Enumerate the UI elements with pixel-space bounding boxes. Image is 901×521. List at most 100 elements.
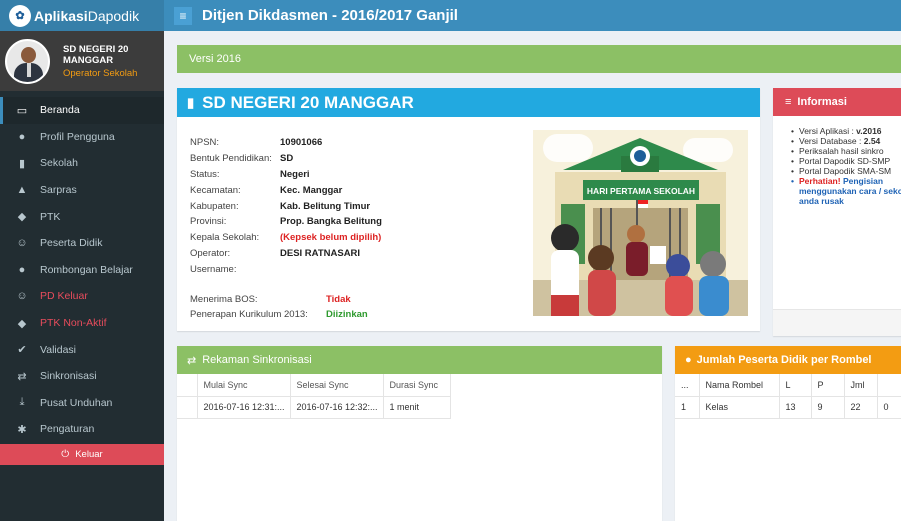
tut-wuri-logo-icon: ✿ [9, 4, 31, 27]
sidebar-item-sinkronisasi[interactable]: ⇄ Sinkronisasi [0, 363, 164, 390]
kurikulum-label: Penerapan Kurikulum 2013: [190, 309, 308, 321]
brand-rest: Dapodik [87, 7, 140, 24]
user-role: Operator Sekolah [63, 67, 138, 79]
banner-text: HARI PERTAMA SEKOLAH [587, 186, 695, 196]
sidebar-item-sekolah[interactable]: ▮ Sekolah [0, 150, 164, 177]
sidebar-item-ptk[interactable]: ◆ PTK [0, 203, 164, 230]
info-header: ≡ Informasi [773, 88, 901, 116]
sidebar-item-pd-keluar[interactable]: ☺ PD Keluar [0, 283, 164, 310]
sync-col-durasi[interactable]: Durasi Sync [383, 374, 451, 397]
bookmark-icon: ▮ [187, 94, 195, 110]
rombel-header: ● Jumlah Peserta Didik per Rombel [675, 346, 901, 374]
rombel-extra-cell: 0 [877, 396, 901, 419]
sync-selesai-cell: 2016-07-16 12:32:... [290, 396, 384, 419]
version-bar: Versi 2016 [177, 45, 901, 73]
field-value: SD [280, 153, 294, 165]
user-name: SD NEGERI 20 MANGGAR [63, 43, 129, 66]
sidebar-item-profil-pengguna[interactable]: ● Profil Pengguna [0, 124, 164, 151]
sidebar-item-label: Validasi [40, 343, 76, 356]
rombel-jml-cell: 22 [844, 396, 878, 419]
sync-title: Rekaman Sinkronisasi [202, 354, 312, 366]
field-label: Provinsi: [190, 216, 227, 228]
info-footer [773, 309, 901, 336]
building-icon: ▮ [18, 157, 26, 170]
gear-icon: ✱ [17, 423, 27, 436]
logout-button[interactable]: ⏻ Keluar [0, 443, 164, 465]
school-field-row: Status: Negeri [190, 167, 382, 183]
rombel-col-nama[interactable]: Nama Rombel [699, 374, 780, 397]
field-value: DESI RATNASARI [280, 247, 361, 259]
info-item-portal-sma[interactable]: Portal Dapodik SMA-SM [791, 166, 901, 176]
monitor-icon: ▭ [16, 104, 28, 117]
school-illustration: HARI PERTAMA SEKOLAH [533, 130, 748, 316]
sidebar-item-beranda[interactable]: ▭ Beranda [0, 97, 164, 124]
rombel-col-extra[interactable] [877, 374, 901, 397]
sidebar-toggle-icon[interactable]: ≡ [174, 6, 192, 25]
user-icon: ● [18, 130, 26, 143]
rombel-no-cell: 1 [675, 396, 700, 419]
rombel-box: ● Jumlah Peserta Didik per Rombel ... Na… [675, 346, 901, 521]
rombel-col-p[interactable]: P [811, 374, 845, 397]
sidebar-item-label: PTK [40, 210, 61, 223]
rombel-table-header-row: ... Nama Rombel L P Jml [675, 374, 901, 397]
sidebar-item-sarpras[interactable]: ▲ Sarpras [0, 177, 164, 204]
rombel-table: ... Nama Rombel L P Jml 1 Kelas 13 9 22 … [675, 374, 901, 419]
field-label: Operator: [190, 247, 231, 259]
brand-logo[interactable]: ✿ Aplikasi Dapodik [0, 0, 164, 31]
field-value: (Kepsek belum dipilih) [280, 232, 382, 244]
header-title: Ditjen Dikdasmen - 2016/2017 Ganjil [202, 7, 458, 24]
field-label: Status: [190, 168, 220, 180]
power-icon: ⏻ [61, 448, 70, 460]
rombel-col-l[interactable]: L [779, 374, 812, 397]
info-item-portal-sd[interactable]: Portal Dapodik SD-SMP [791, 156, 901, 166]
sidebar-item-label: Sinkronisasi [40, 370, 97, 383]
sidebar-item-validasi[interactable]: ✔ Validasi [0, 336, 164, 363]
exchange-icon: ⇄ [17, 370, 27, 383]
graduation-cap-icon: ◆ [17, 211, 27, 224]
school-field-row: Provinsi: Prop. Bangka Belitung [190, 214, 382, 230]
info-item-sync-check[interactable]: Periksalah hasil sinkro [791, 146, 901, 156]
sync-table-header-row: Mulai Sync Selesai Sync Durasi Sync [177, 374, 451, 397]
sync-header: ⇄ Rekaman Sinkronisasi [177, 346, 662, 374]
info-box: ≡ Informasi Versi Aplikasi : v.2016 Vers… [773, 88, 901, 336]
road-icon: ▲ [16, 184, 28, 197]
sync-col-mulai[interactable]: Mulai Sync [197, 374, 291, 397]
school-field-row: Username: [190, 261, 382, 277]
sidebar-item-pusat-unduhan[interactable]: ⤓ Pusat Unduhan [0, 390, 164, 417]
sidebar-item-label: Profil Pengguna [40, 130, 115, 143]
rombel-l-cell: 13 [779, 396, 812, 419]
main-content: Versi 2016 ▮ SD NEGERI 20 MANGGAR NPSN: 1… [164, 31, 901, 521]
top-header: ≡ Ditjen Dikdasmen - 2016/2017 Ganjil [164, 0, 901, 31]
table-row[interactable]: 1 Kelas 13 9 22 0 [675, 396, 901, 419]
user-panel: SD NEGERI 20 MANGGAR Operator Sekolah [0, 31, 164, 91]
sidebar-item-rombongan-belajar[interactable]: ● Rombongan Belajar [0, 257, 164, 284]
sidebar-item-pengaturan[interactable]: ✱ Pengaturan [0, 416, 164, 443]
info-item-warning: Perhatian! Pengisian menggunakan cara / … [791, 176, 901, 206]
sync-record-box: ⇄ Rekaman Sinkronisasi Mulai Sync Selesa… [177, 346, 662, 521]
graduation-cap-icon: ◆ [17, 317, 27, 330]
school-field-row: Kepala Sekolah: (Kepsek belum dipilih) [190, 230, 382, 246]
school-field-row: Bentuk Pendidikan: SD [190, 151, 382, 167]
sidebar-item-label: PTK Non-Aktif [40, 317, 107, 330]
field-value: 10901066 [280, 137, 323, 149]
sidebar-item-label: Pengaturan [40, 423, 95, 436]
school-field-row: Operator: DESI RATNASARI [190, 246, 382, 262]
sidebar-item-ptk-non-aktif[interactable]: ◆ PTK Non-Aktif [0, 310, 164, 337]
logout-label: Keluar [75, 448, 103, 460]
field-label: Kecamatan: [190, 184, 241, 196]
table-row[interactable]: 2016-07-16 12:31:... 2016-07-16 12:32:..… [177, 396, 451, 419]
field-label: Username: [190, 263, 237, 275]
info-list: Versi Aplikasi : v.2016 Versi Database :… [773, 116, 901, 206]
field-value: Prop. Bangka Belitung [280, 216, 382, 228]
sidebar-item-label: PD Keluar [40, 290, 88, 303]
sync-col-selesai[interactable]: Selesai Sync [290, 374, 384, 397]
check-icon: ✔ [17, 344, 27, 357]
smile-icon: ☺ [16, 290, 28, 303]
rombel-col-no[interactable]: ... [675, 374, 700, 397]
kurikulum-row: Penerapan Kurikulum 2013: Diizinkan [190, 307, 382, 323]
school-title: SD NEGERI 20 MANGGAR [202, 92, 414, 112]
exchange-icon: ⇄ [187, 354, 197, 367]
rombel-col-jml[interactable]: Jml [844, 374, 878, 397]
sidebar-item-peserta-didik[interactable]: ☺ Peserta Didik [0, 230, 164, 257]
sidebar-item-label: Sarpras [40, 184, 77, 197]
